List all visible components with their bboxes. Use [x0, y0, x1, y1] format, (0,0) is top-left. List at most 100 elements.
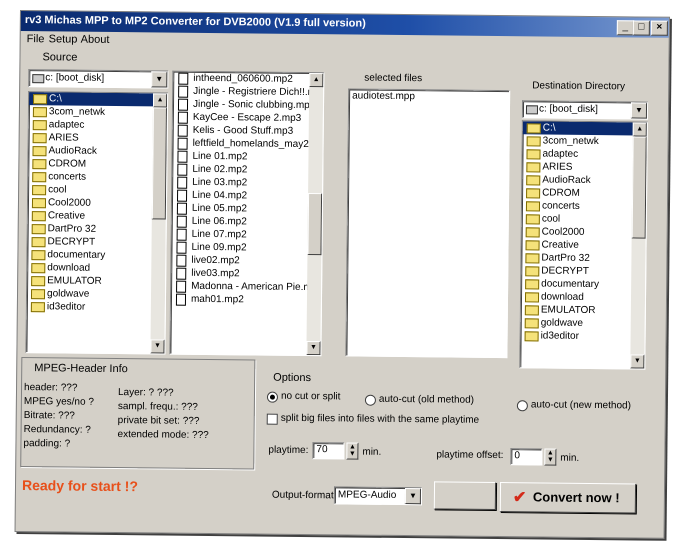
folder-icon [32, 146, 47, 157]
item-label: Cool2000 [541, 226, 585, 238]
folder-item[interactable]: C:\ [522, 121, 647, 136]
item-label: 3com_netwk [48, 106, 106, 118]
minimize-icon[interactable]: _ [616, 20, 634, 36]
item-label: leftfield_homelands_may20 [192, 137, 315, 151]
folder-item[interactable]: DartPro 32 [521, 251, 645, 265]
folder-item[interactable]: cool [522, 212, 646, 226]
scroll-thumb[interactable] [307, 193, 323, 256]
item-label: AudioRack [48, 145, 97, 157]
extended-mode-value: extended mode: ??? [117, 429, 209, 441]
close-icon[interactable]: × [650, 20, 668, 36]
offset-stepper[interactable]: ▲ ▼ [544, 448, 557, 466]
header-value: header: ??? [23, 382, 78, 394]
item-label: documentary [47, 249, 106, 261]
folder-icon [31, 198, 47, 209]
destination-folder-list[interactable]: C:\ 3com_netwk adaptec ARIES AudioRack CDROM c… [519, 120, 648, 370]
scroll-thumb[interactable] [151, 107, 167, 220]
folder-icon [32, 120, 47, 131]
folder-item[interactable]: id3editor [27, 300, 165, 314]
file-icon [176, 267, 187, 280]
scrollbar[interactable]: ▲ ▼ [306, 73, 324, 356]
selected-file-item[interactable]: audiotest.mpp [349, 89, 509, 104]
playtime-input[interactable]: 70 [312, 442, 345, 460]
scroll-up-icon[interactable]: ▲ [632, 122, 647, 137]
folder-icon [30, 289, 46, 300]
destination-label: Destination Directory [532, 80, 626, 93]
folder-icon [33, 94, 48, 105]
convert-button[interactable]: ✔ Convert now ! [499, 482, 637, 514]
auto-cut-old-label[interactable]: auto-cut (old method) [379, 394, 474, 406]
folder-icon [31, 263, 46, 274]
folder-item[interactable]: DECRYPT [521, 264, 645, 278]
split-checkbox[interactable] [266, 413, 278, 425]
file-icon [176, 241, 187, 254]
chevron-down-icon[interactable]: ▼ [630, 102, 648, 119]
item-label: adaptec [542, 148, 579, 160]
auto-cut-new-label[interactable]: auto-cut (new method) [531, 399, 631, 411]
offset-input[interactable]: 0 [510, 448, 543, 466]
item-label: ARIES [542, 161, 573, 173]
folder-item[interactable]: CDROM [522, 186, 646, 200]
scrollbar[interactable]: ▲ ▼ [150, 93, 168, 354]
folder-item[interactable]: download [521, 290, 645, 304]
selected-files-label: selected files [364, 72, 423, 85]
folder-item[interactable]: concerts [522, 199, 646, 213]
window-title: rv3 Michas MPP to MP2 Converter for DVB2… [24, 14, 366, 30]
folder-icon [526, 188, 541, 199]
scroll-up-icon[interactable]: ▲ [309, 73, 324, 88]
folder-icon [32, 172, 47, 183]
split-label[interactable]: split big files into files with the same… [281, 413, 480, 426]
menu-setup[interactable]: Setup [49, 33, 78, 45]
chevron-down-icon[interactable]: ▼ [151, 71, 168, 88]
item-label: C:\ [49, 93, 62, 105]
source-folder-list[interactable]: C:\ 3com_netwk adaptec ARIES AudioRack CDROM c… [25, 91, 169, 355]
item-label: DECRYPT [47, 236, 96, 248]
scroll-up-icon[interactable]: ▲ [152, 93, 168, 108]
folder-item[interactable]: adaptec [522, 147, 646, 161]
folder-item[interactable]: id3editor [521, 329, 645, 343]
folder-item[interactable]: 3com_netwk [523, 134, 647, 148]
chevron-down-icon[interactable]: ▼ [404, 488, 422, 505]
item-label: C:\ [542, 122, 556, 134]
item-label: live03.mp2 [191, 267, 240, 280]
menu-about[interactable]: About [81, 34, 110, 46]
folder-item[interactable]: Cool2000 [522, 225, 646, 239]
source-file-list[interactable]: intheend_060600.mp2 Jingle - Registriere … [169, 70, 325, 357]
maximize-icon[interactable]: □ [632, 20, 650, 36]
item-label: CDROM [542, 187, 580, 199]
folder-item[interactable]: ARIES [522, 160, 646, 174]
item-label: DECRYPT [541, 265, 589, 277]
folder-item[interactable]: goldwave [521, 316, 645, 330]
drive-icon [32, 74, 45, 84]
item-label: 3com_netwk [542, 135, 599, 148]
auto-cut-new-radio[interactable] [516, 400, 528, 412]
scroll-down-icon[interactable]: ▼ [306, 341, 321, 356]
folder-item[interactable]: EMULATOR [521, 303, 645, 317]
item-label: KayCee - Escape 2.mp3 [192, 111, 302, 124]
scroll-down-icon[interactable]: ▼ [150, 339, 165, 354]
source-drive-select[interactable]: c: [boot_disk] ▼ [28, 69, 169, 89]
folder-item[interactable]: Creative [522, 238, 646, 252]
destination-drive-select[interactable]: c: [boot_disk] ▼ [521, 100, 649, 120]
playtime-stepper[interactable]: ▲ ▼ [346, 442, 359, 460]
output-format-select[interactable]: MPEG-Audio ▼ [333, 486, 423, 506]
file-item[interactable]: mah01.mp2 [171, 293, 321, 308]
no-cut-label[interactable]: no cut or split [281, 391, 341, 403]
item-label: download [540, 291, 584, 303]
folder-icon [526, 136, 541, 147]
folder-icon [31, 276, 46, 287]
scroll-thumb[interactable] [631, 136, 647, 239]
item-label: cool [48, 184, 67, 196]
scroll-down-icon[interactable]: ▼ [630, 354, 645, 369]
folder-icon [525, 214, 540, 225]
folder-icon [525, 266, 540, 277]
selected-files-list[interactable]: audiotest.mpp [345, 88, 511, 359]
blank-button[interactable] [433, 481, 497, 511]
no-cut-radio[interactable] [266, 391, 279, 403]
scrollbar[interactable]: ▲ ▼ [630, 122, 647, 369]
auto-cut-old-radio[interactable] [364, 394, 376, 406]
menu-file[interactable]: File [27, 33, 45, 45]
folder-item[interactable]: AudioRack [522, 173, 646, 187]
mpeg-value: MPEG yes/no ? [23, 396, 94, 408]
folder-item[interactable]: documentary [521, 277, 645, 291]
